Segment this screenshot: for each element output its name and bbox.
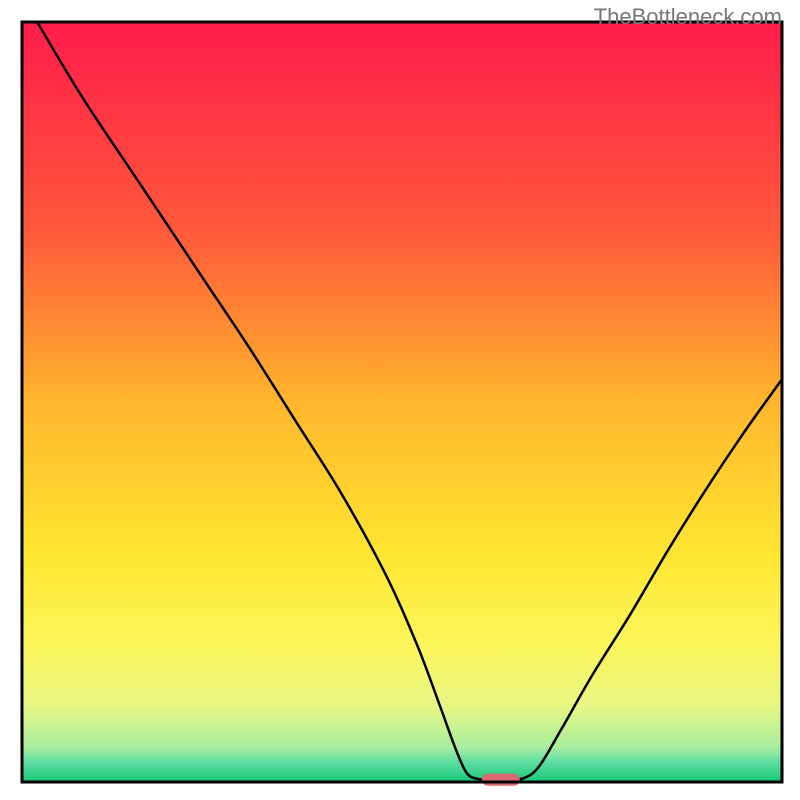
chart-svg [0, 0, 800, 800]
bottleneck-chart: TheBottleneck.com [0, 0, 800, 800]
optimal-marker [482, 774, 520, 786]
gradient-background [22, 22, 782, 782]
marker-group [482, 774, 520, 786]
watermark-text: TheBottleneck.com [594, 4, 782, 30]
